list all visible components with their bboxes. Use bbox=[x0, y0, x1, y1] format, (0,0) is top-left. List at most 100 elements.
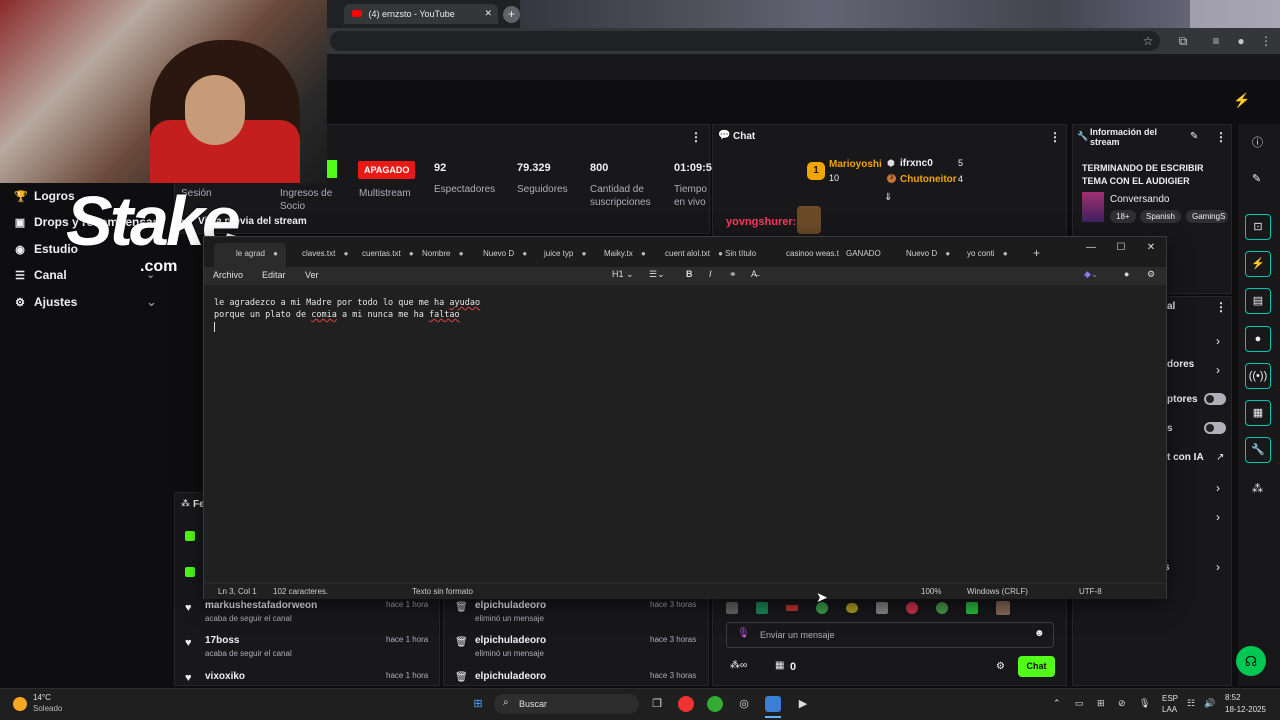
keyboard-layout-indicator[interactable]: LAA bbox=[1162, 705, 1177, 714]
notepad-tab[interactable]: Nombre ● bbox=[422, 249, 464, 258]
nav-item-canal[interactable]: ☰ Canal bbox=[14, 266, 67, 284]
kebab-icon[interactable]: ⋮ bbox=[690, 130, 702, 144]
browser-tab-youtube[interactable]: (4) ernzsto - YouTube ✕ bbox=[344, 4, 498, 24]
list-icon[interactable]: ☰⌄ bbox=[649, 269, 665, 280]
pencil-icon[interactable]: ✎ bbox=[1252, 172, 1261, 185]
emote-icon[interactable] bbox=[906, 602, 918, 614]
notepad-tab[interactable]: cuentas.txt ● bbox=[362, 249, 414, 258]
new-tab-button[interactable]: + bbox=[503, 6, 520, 23]
notepad-tab-active[interactable]: le agrad ● bbox=[214, 243, 286, 267]
notepad-tab[interactable]: cuent alol.txt ● bbox=[665, 249, 723, 258]
menu-editar[interactable]: Editar bbox=[262, 270, 286, 280]
chevron-right-icon[interactable]: › bbox=[1216, 560, 1220, 574]
language-indicator[interactable]: ESP bbox=[1162, 694, 1178, 703]
dots-icon[interactable]: ⁂ bbox=[1252, 482, 1263, 495]
obs-icon[interactable]: ◎ bbox=[736, 696, 752, 712]
emote-icon[interactable] bbox=[756, 602, 768, 614]
clock-date[interactable]: 18-12-2025 bbox=[1225, 705, 1266, 714]
kebab-icon[interactable]: ⋮ bbox=[1215, 130, 1227, 144]
notepad-tab[interactable]: casinoo weas.t bbox=[786, 249, 839, 258]
quick-action-label[interactable]: t con IA bbox=[1167, 452, 1204, 463]
leaderboard-name[interactable]: Chutoneitor bbox=[900, 174, 957, 185]
profile-icon[interactable]: ● bbox=[1233, 33, 1249, 49]
chevron-right-icon[interactable]: › bbox=[1216, 510, 1220, 524]
taskbar-search-box[interactable] bbox=[494, 694, 639, 714]
menu-ver[interactable]: Ver bbox=[305, 270, 319, 280]
collapse-icon[interactable]: ⇓ bbox=[884, 192, 892, 203]
chevron-right-icon[interactable]: › bbox=[1216, 363, 1220, 377]
chat-message-username[interactable]: yovngshurer: bbox=[726, 216, 796, 228]
chrome-icon[interactable] bbox=[678, 696, 694, 712]
feed-username[interactable]: markushestafadorweon bbox=[205, 600, 317, 611]
tray-grid-icon[interactable]: ⊞ bbox=[1097, 698, 1105, 709]
chevron-right-icon[interactable]: › bbox=[1216, 334, 1220, 348]
broadcast-icon[interactable]: ((•)) bbox=[1245, 363, 1271, 389]
bold-icon[interactable]: B bbox=[686, 269, 693, 279]
media-icon[interactable]: ≡ bbox=[1208, 33, 1224, 49]
media-player-icon[interactable]: ▶ bbox=[795, 696, 811, 712]
wrench-icon[interactable]: 🔧 bbox=[1245, 437, 1271, 463]
clear-format-icon[interactable]: A̶ bbox=[751, 269, 757, 279]
weather-sun-icon[interactable] bbox=[13, 697, 27, 711]
emote-icon[interactable] bbox=[966, 602, 978, 614]
heading-dropdown[interactable]: H1 ⌄ bbox=[612, 269, 634, 280]
emoji-icon[interactable]: ☻ bbox=[1034, 628, 1045, 639]
task-view-icon[interactable]: ❐ bbox=[649, 696, 665, 712]
emote-icon[interactable] bbox=[726, 602, 738, 614]
store-icon[interactable]: ▦ bbox=[1245, 400, 1271, 426]
edit-icon[interactable]: ✎ bbox=[1190, 131, 1198, 142]
support-headset-icon[interactable]: ☊ bbox=[1236, 646, 1266, 676]
stream-tag[interactable]: 18+ bbox=[1110, 210, 1136, 223]
extensions-icon[interactable]: ⧉ bbox=[1175, 33, 1191, 49]
chat-send-button[interactable]: Chat bbox=[1018, 656, 1055, 677]
feed-username[interactable]: vixoxiko bbox=[205, 671, 245, 682]
menu-archivo[interactable]: Archivo bbox=[213, 270, 243, 280]
minimize-icon[interactable]: — bbox=[1079, 242, 1103, 253]
emote-icon[interactable] bbox=[876, 602, 888, 614]
toggle-switch[interactable] bbox=[1204, 393, 1226, 405]
kebab-icon[interactable]: ⋮ bbox=[1049, 130, 1061, 144]
feed-username[interactable]: 17boss bbox=[205, 635, 239, 646]
note-icon[interactable]: ▤ bbox=[1245, 288, 1271, 314]
italic-icon[interactable]: I bbox=[709, 269, 712, 279]
emote-icon[interactable] bbox=[786, 605, 798, 611]
bookmark-star-icon[interactable]: ☆ bbox=[1140, 33, 1156, 49]
clip-icon[interactable]: ⊡ bbox=[1245, 214, 1271, 240]
gear-icon[interactable]: ⚙ bbox=[996, 661, 1005, 672]
network-icon[interactable]: ☷ bbox=[1187, 698, 1195, 709]
notepad-tab[interactable]: claves.txt ● bbox=[302, 249, 348, 258]
close-icon[interactable]: ✕ bbox=[1139, 242, 1163, 253]
close-icon[interactable]: ✕ bbox=[484, 8, 492, 19]
notepad-tab[interactable]: Nuevo D ● bbox=[906, 249, 950, 258]
status-zoom[interactable]: 100% bbox=[921, 587, 941, 596]
chevron-down-icon[interactable]: ⌄ bbox=[146, 294, 157, 310]
feed-username[interactable]: elpichuladeoro bbox=[475, 635, 546, 646]
notepad-tab[interactable]: yo conti ● bbox=[967, 249, 1008, 258]
toggle-switch[interactable] bbox=[1204, 422, 1226, 434]
lightning-icon[interactable]: ⚡ bbox=[1245, 251, 1271, 277]
notepad-tab[interactable]: GANADO bbox=[846, 249, 881, 258]
settings-dots-icon[interactable]: ⁂∞ bbox=[730, 660, 747, 671]
emote-icon[interactable] bbox=[936, 602, 948, 614]
microphone-icon[interactable]: 🎙 bbox=[737, 628, 750, 639]
emote-icon[interactable] bbox=[996, 601, 1010, 615]
store-icon[interactable]: ▦ bbox=[775, 660, 784, 671]
stream-tag[interactable]: GamingS bbox=[1186, 210, 1228, 223]
notepad-tab[interactable]: Maiky.tx ● bbox=[604, 249, 646, 258]
weather-temp[interactable]: 14°C bbox=[33, 693, 51, 702]
weather-desc[interactable]: Soleado bbox=[33, 704, 62, 713]
leaderboard-name[interactable]: Marioyoshi bbox=[829, 159, 882, 170]
microphone-icon[interactable]: 🎙 bbox=[1139, 698, 1150, 709]
link-icon[interactable]: ⚭ bbox=[729, 269, 737, 280]
chrome-alt-icon[interactable] bbox=[707, 696, 723, 712]
status-line-ending[interactable]: Windows (CRLF) bbox=[967, 587, 1028, 596]
external-link-icon[interactable]: ↗ bbox=[1216, 452, 1224, 463]
new-tab-button[interactable]: + bbox=[1033, 246, 1040, 260]
windows-start-icon[interactable]: ⊞ bbox=[470, 696, 486, 712]
copilot-icon[interactable]: ◆⌄ bbox=[1084, 269, 1098, 280]
notepad-tab[interactable]: Nuevo D ● bbox=[483, 249, 527, 258]
menu-icon[interactable]: ⋮ bbox=[1258, 33, 1274, 49]
feed-username[interactable]: elpichuladeoro bbox=[475, 600, 546, 611]
notepad-icon[interactable] bbox=[765, 696, 781, 712]
address-field[interactable] bbox=[330, 31, 1160, 51]
